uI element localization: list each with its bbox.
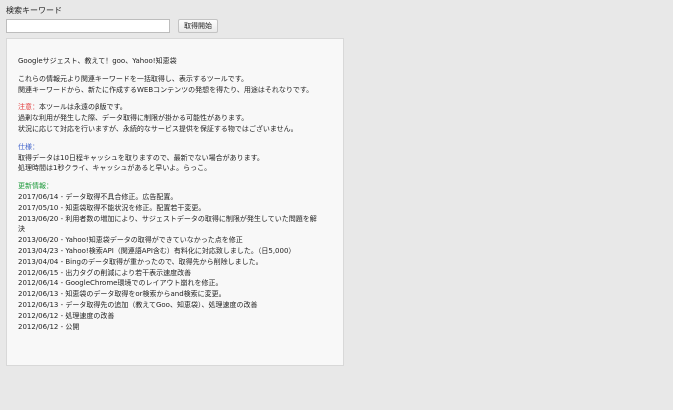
notice-text: 本ツールは永遠のβ版です。 [39,103,127,112]
spec-line: 取得データは10日程キャッシュを取りますので、最新でない場合があります。 [18,153,264,162]
spec-label: 仕様： [18,142,39,151]
search-row: 取得開始 [6,19,218,33]
history-label: 更新情報： [18,182,53,191]
history-item: 2013/04/23 - Yahoo!検索API（関連語API含む）有料化に対応… [18,246,296,255]
history-item: 2012/06/13 - データ取得先の追加（教えてGoo、知恵袋）、処理速度の… [18,300,258,309]
spec-line: 処理時間は1秒クライ、キャッシュがあると早いよ。らっこ。 [18,164,212,173]
start-fetch-button[interactable]: 取得開始 [178,19,218,33]
panel-title: Googleサジェスト、教えて！goo、Yahoo!知恵袋 [18,57,177,65]
history-section: 更新情報： 2017/06/14 - データ取得不具合修正。広告配置。 2017… [18,181,333,332]
spec-section: 仕様： 取得データは10日程キャッシュを取りますので、最新でない場合があります。… [18,142,333,174]
history-item: 決 [18,225,25,234]
notice-label: 注意： [18,103,39,112]
history-item: 2017/05/10 - 知恵袋取得不能状況を修正。配置若干変更。 [18,203,206,212]
notice-line: 過剰な利用が発生した際、データ取得に制限が掛かる可能性があります。 [18,114,249,123]
history-item: 2012/06/12 - 処理速度の改善 [18,311,115,320]
notice-line: 状況に応じて対応を行いますが、永続的なサービス提供を保証する物ではございません。 [18,124,298,133]
intro-section: これらの情報元より関連キーワードを一括取得し、表示するツールです。 関連キーワー… [18,74,333,96]
search-label: 検索キーワード [6,6,62,15]
history-item: 2013/04/04 - Bingのデータ取得が重かったので、取得先から削除しま… [18,257,263,266]
history-item: 2012/06/13 - 知恵袋のデータ取得をor検索からand検索に変更。 [18,290,226,299]
history-item: 2012/06/15 - 出力タグの削減により若干表示速度改善 [18,268,192,277]
history-item: 2013/06/20 - 利用者数の増加により、サジェストデータの取得に制限が発… [18,214,317,223]
history-item: 2012/06/14 - GoogleChrome環境でのレイアウト崩れを修正。 [18,279,223,288]
history-item: 2013/06/20 - Yahoo!知恵袋データの取得ができていなかった点を修… [18,236,243,245]
notice-section: 注意：本ツールは永遠のβ版です。 過剰な利用が発生した際、データ取得に制限が掛か… [18,102,333,134]
intro-line: これらの情報元より関連キーワードを一括取得し、表示するツールです。 [18,74,249,83]
history-item: 2017/06/14 - データ取得不具合修正。広告配置。 [18,192,178,201]
keyword-input[interactable] [6,19,170,33]
intro-line: 関連キーワードから、新たに作成するWEBコンテンツの発想を得たり、用途はそれなり… [18,85,314,94]
info-panel: Googleサジェスト、教えて！goo、Yahoo!知恵袋 これらの情報元より関… [6,38,344,366]
history-item: 2012/06/12 - 公開 [18,322,80,331]
search-area: 検索キーワード 取得開始 [6,6,218,33]
notice-first-line: 注意：本ツールは永遠のβ版です。 [18,102,333,113]
